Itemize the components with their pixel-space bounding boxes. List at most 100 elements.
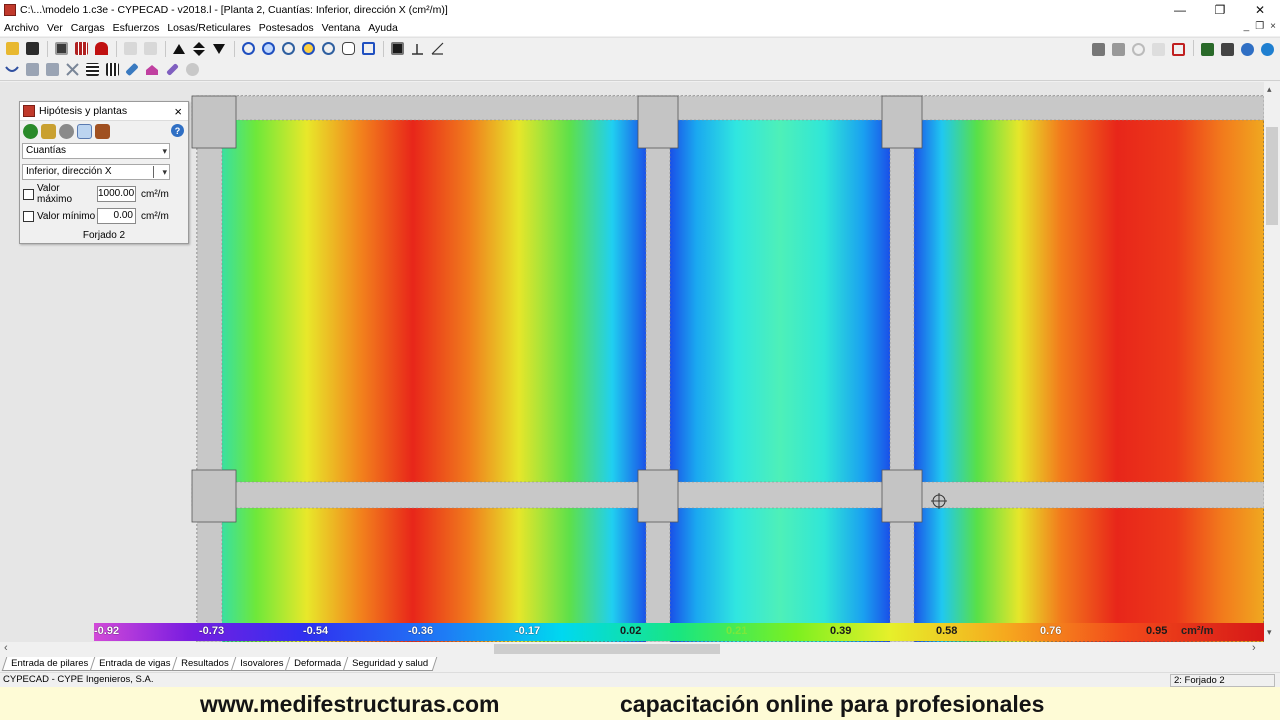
menu-ventana[interactable]: Ventana bbox=[320, 22, 367, 34]
cross-icon[interactable] bbox=[63, 61, 81, 79]
zoom-window-icon[interactable] bbox=[239, 40, 257, 58]
roof-icon[interactable] bbox=[143, 61, 161, 79]
maximize-button[interactable]: ❐ bbox=[1200, 0, 1240, 19]
menu-ayuda[interactable]: Ayuda bbox=[366, 22, 404, 34]
up-icon[interactable] bbox=[170, 40, 188, 58]
menu-archivo[interactable]: Archivo bbox=[2, 22, 45, 34]
updown-icon[interactable] bbox=[190, 40, 208, 58]
brush-icon[interactable] bbox=[123, 61, 141, 79]
chart-icon[interactable] bbox=[41, 123, 56, 139]
max-value-input[interactable]: 1000.00 bbox=[97, 186, 136, 202]
max-value-unit: cm²/m bbox=[141, 188, 169, 200]
horizontal-scrollbar[interactable]: ‹ › bbox=[0, 642, 1264, 656]
min-value-checkbox[interactable] bbox=[23, 210, 34, 222]
menu-ver[interactable]: Ver bbox=[45, 22, 69, 34]
axes-icon[interactable] bbox=[428, 40, 446, 58]
grid-icon[interactable] bbox=[72, 40, 90, 58]
view-icon[interactable] bbox=[77, 123, 92, 139]
options-icon[interactable] bbox=[1149, 40, 1167, 58]
scroll-right-icon[interactable]: › bbox=[1252, 642, 1256, 654]
eye-icon[interactable] bbox=[183, 61, 201, 79]
panel-help-icon[interactable]: ? bbox=[171, 124, 184, 137]
axis-icon[interactable] bbox=[408, 40, 426, 58]
promo-banner: www.medifestructuras.com capacitación on… bbox=[0, 687, 1280, 720]
horizontal-scroll-thumb[interactable] bbox=[494, 644, 720, 654]
panel-close-button[interactable]: × bbox=[174, 104, 182, 119]
column[interactable] bbox=[191, 469, 237, 523]
wall-icon[interactable] bbox=[43, 61, 61, 79]
config-icon[interactable] bbox=[1198, 40, 1216, 58]
vertical-scroll-thumb[interactable] bbox=[1266, 127, 1278, 225]
mdi-minimize-button[interactable]: _ bbox=[1244, 21, 1250, 32]
toolbar-separator bbox=[383, 40, 384, 57]
pencil-icon[interactable] bbox=[163, 61, 181, 79]
settings-icon[interactable] bbox=[59, 123, 74, 139]
toolbar-separator bbox=[47, 40, 48, 57]
column[interactable] bbox=[881, 469, 923, 523]
save-icon[interactable] bbox=[23, 40, 41, 58]
panel-app-icon bbox=[23, 105, 35, 117]
menu-postesados[interactable]: Postesados bbox=[257, 22, 320, 34]
zoom-out-icon[interactable] bbox=[319, 40, 337, 58]
menu-losas-reticulares[interactable]: Losas/Reticulares bbox=[165, 22, 256, 34]
web-icon[interactable] bbox=[1258, 40, 1276, 58]
max-value-label: Valor máximo bbox=[37, 183, 73, 205]
cypecad-window: C:\...\modelo 1.c3e - CYPECAD - v2018.l … bbox=[0, 0, 1280, 720]
tab-isovalores[interactable]: Isovalores bbox=[230, 657, 293, 671]
pan-icon[interactable] bbox=[339, 40, 357, 58]
max-value-checkbox[interactable] bbox=[23, 188, 34, 200]
text-icon[interactable] bbox=[388, 40, 406, 58]
undo-icon[interactable] bbox=[121, 40, 139, 58]
drawing-area[interactable] bbox=[0, 82, 1264, 642]
column-icon[interactable] bbox=[23, 61, 41, 79]
table-icon[interactable] bbox=[83, 61, 101, 79]
status-floor: 2: Forjado 2 bbox=[1170, 674, 1275, 687]
menu-cargas[interactable]: Cargas bbox=[69, 22, 111, 34]
scroll-up-icon[interactable]: ▴ bbox=[1267, 84, 1272, 95]
zoom-extent-icon[interactable] bbox=[359, 40, 377, 58]
help-icon[interactable] bbox=[1238, 40, 1256, 58]
scroll-left-icon[interactable]: ‹ bbox=[4, 642, 8, 654]
down-icon[interactable] bbox=[210, 40, 228, 58]
load-case-icon[interactable] bbox=[23, 123, 38, 139]
tab-seguridad-y-salud[interactable]: Seguridad y salud bbox=[342, 657, 438, 671]
magnet-icon[interactable] bbox=[92, 40, 110, 58]
tab-entrada-de-vigas[interactable]: Entrada de vigas bbox=[89, 657, 180, 671]
print2-icon[interactable] bbox=[1109, 40, 1127, 58]
min-value-input[interactable]: 0.00 bbox=[97, 208, 136, 224]
legend-gradient-bar bbox=[94, 623, 1264, 641]
layers-icon[interactable] bbox=[1218, 40, 1236, 58]
column[interactable] bbox=[881, 95, 923, 149]
building-icon[interactable] bbox=[95, 123, 110, 139]
tab-label: Resultados bbox=[181, 658, 230, 669]
vertical-scrollbar[interactable]: ▴ ▾ bbox=[1264, 82, 1280, 642]
refresh-icon[interactable] bbox=[1129, 40, 1147, 58]
zoom-in-icon[interactable] bbox=[279, 40, 297, 58]
direction-select[interactable]: Inferior, dirección X ▾ bbox=[22, 164, 170, 180]
redo-icon[interactable] bbox=[141, 40, 159, 58]
close-button[interactable]: ✕ bbox=[1240, 0, 1280, 19]
column[interactable] bbox=[191, 95, 237, 149]
tab-entrada-de-pilares[interactable]: Entrada de pilares bbox=[1, 657, 98, 671]
zoom-all-icon[interactable] bbox=[259, 40, 277, 58]
print-icon[interactable] bbox=[1089, 40, 1107, 58]
column[interactable] bbox=[637, 95, 679, 149]
tab-resultados[interactable]: Resultados bbox=[172, 657, 239, 671]
tab-deformada[interactable]: Deformada bbox=[284, 657, 351, 671]
report-icon[interactable] bbox=[52, 40, 70, 58]
mdi-restore-button[interactable]: ❐ bbox=[1255, 21, 1264, 32]
toolbar-separator bbox=[234, 40, 235, 57]
isovalue-map[interactable] bbox=[0, 82, 1264, 642]
column[interactable] bbox=[637, 469, 679, 523]
table2-icon[interactable] bbox=[103, 61, 121, 79]
minimize-button[interactable]: — bbox=[1160, 0, 1200, 19]
export-icon[interactable] bbox=[1169, 40, 1187, 58]
scroll-down-icon[interactable]: ▾ bbox=[1267, 627, 1272, 638]
menu-esfuerzos[interactable]: Esfuerzos bbox=[111, 22, 166, 34]
result-type-select[interactable]: Cuantías ▾ bbox=[22, 143, 170, 159]
beam-icon[interactable] bbox=[3, 61, 21, 79]
open-icon[interactable] bbox=[3, 40, 21, 58]
tab-label: Seguridad y salud bbox=[352, 658, 429, 669]
redraw-icon[interactable] bbox=[299, 40, 317, 58]
mdi-close-button[interactable]: × bbox=[1270, 21, 1276, 32]
